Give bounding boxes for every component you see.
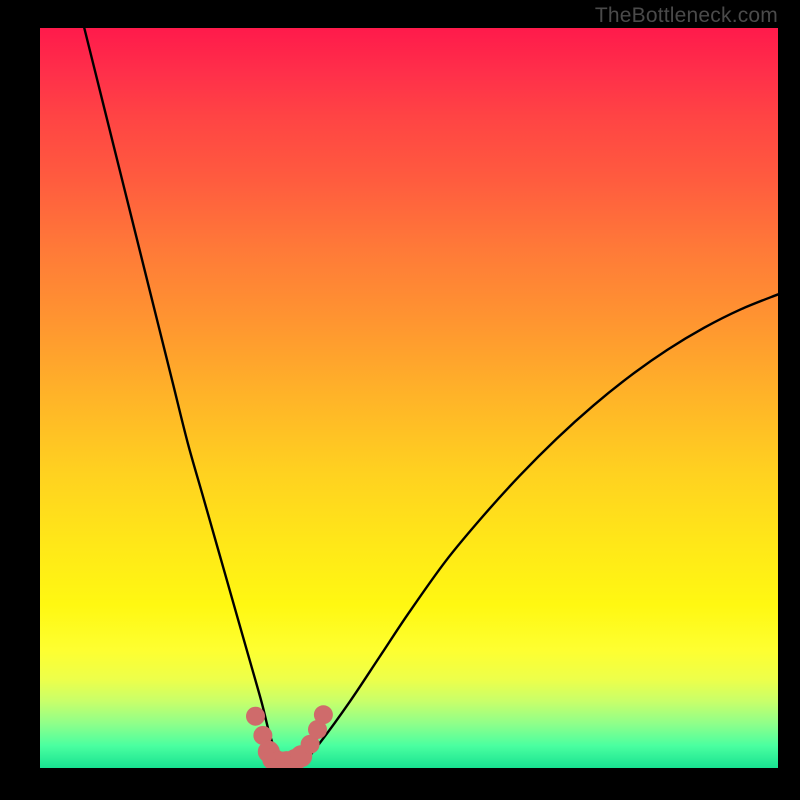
chart-frame: TheBottleneck.com — [0, 0, 800, 800]
highlight-dots — [246, 705, 333, 768]
curve-layer — [40, 28, 778, 768]
highlight-dot — [246, 707, 265, 726]
plot-area — [40, 28, 778, 768]
attribution-watermark: TheBottleneck.com — [595, 4, 778, 28]
bottleneck-curve — [84, 28, 778, 765]
highlight-dot — [314, 705, 333, 724]
